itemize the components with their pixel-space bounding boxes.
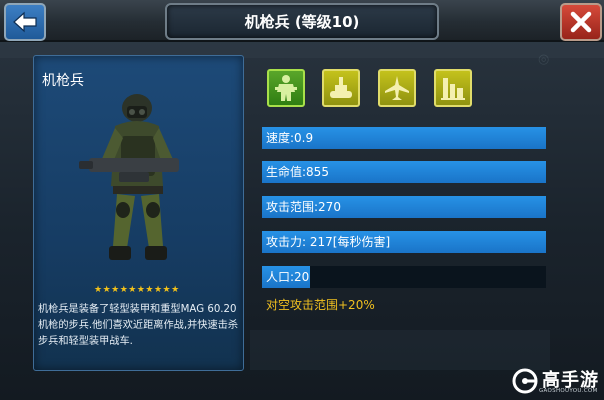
stat-attack-power: 攻击力: 217[每秒伤害] [262,231,546,253]
stat-attack-range: 攻击范围:270 [262,196,546,218]
watermark-url: GAOSHOUYOU.COM [539,388,598,394]
category-infantry[interactable] [267,69,305,107]
watermark-logo: 高手游 GAOSHOUYOU.COM [512,366,602,398]
stat-label: 人口:20 [266,270,310,284]
category-building[interactable] [434,69,472,107]
category-aircraft[interactable] [378,69,416,107]
aircraft-icon [385,76,409,100]
stat-label: 攻击力: 217[每秒伤害] [266,235,391,249]
category-tank[interactable] [322,69,360,107]
back-button[interactable] [4,3,46,41]
stat-health: 生命值:855 [262,161,546,183]
background-lower-strip [250,330,550,370]
infantry-icon [275,75,297,101]
anti-air-bonus-text: 对空攻击范围+20% [266,298,375,312]
stat-label: 速度:0.9 [266,131,314,145]
stat-speed: 速度:0.9 [262,127,546,149]
close-x-icon [570,11,592,33]
gaoshouyou-logo-icon [512,368,538,394]
unit-description: 机枪兵是装备了轻型装甲和重型MAG 60.20机枪的步兵.他们喜欢近距离作战,并… [38,304,239,347]
top-bar: 机枪兵 (等级10) [0,0,604,42]
background-ghost-glyph: ◎ [538,52,550,67]
unit-name: 机枪兵 [42,73,84,89]
unit-portrait-panel: 机枪兵 ★★★★★★★★★★ 机枪兵是装备了轻型装甲和重型MAG 60.20机枪… [33,55,244,371]
stat-label: 生命值:855 [266,165,329,179]
stat-population: 人口:20 [262,266,546,288]
arrow-left-icon [13,11,37,33]
page-title: 机枪兵 (等级10) [165,3,439,40]
rank-stars: ★★★★★★★★★★ [94,285,180,295]
close-button[interactable] [560,3,602,41]
machine-gunner-portrait [79,94,179,260]
stat-label: 攻击范围:270 [266,200,341,214]
building-icon [441,78,465,100]
tank-icon [330,77,352,98]
